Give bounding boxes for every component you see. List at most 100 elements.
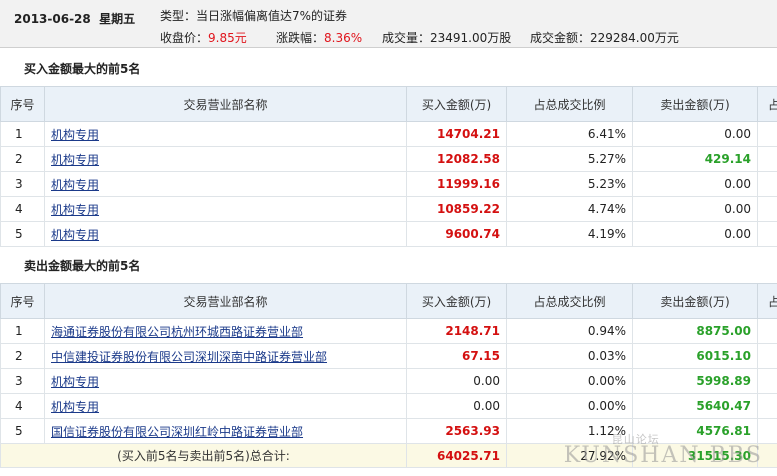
ratio-cell: 6.41% [506, 121, 633, 147]
extra-cell [757, 121, 777, 147]
stock-header: 2013-06-28 星期五 类型：当日涨幅偏离值达7%的证券 收盘价：9.85… [0, 0, 777, 48]
sell-section-title: 卖出金额最大的前5名 [24, 259, 141, 273]
sell-table-header: 序号 交易营业部名称 买入金额(万) 占总成交比例 卖出金额(万) 占 [0, 283, 777, 319]
branch-cell: 机构专用 [44, 368, 407, 394]
extra-cell [757, 418, 777, 444]
table-row: 4 机构专用 10859.22 4.74% 0.00 [0, 196, 777, 222]
row-index: 5 [0, 221, 45, 247]
branch-link[interactable]: 机构专用 [51, 203, 99, 217]
amount: 成交金额：229284.00万元 [530, 31, 679, 45]
table-row: 1 海通证券股份有限公司杭州环城西路证券营业部 2148.71 0.94% 88… [0, 318, 777, 344]
branch-link[interactable]: 机构专用 [51, 178, 99, 192]
col-ratio: 占总成交比例 [506, 283, 633, 319]
sell-amount-cell: 0.00 [632, 121, 758, 147]
total-ratio: 27.92% [506, 443, 633, 468]
extra-cell [757, 171, 777, 197]
col-buy-amount: 买入金额(万) [406, 283, 507, 319]
branch-link[interactable]: 海通证券股份有限公司杭州环城西路证券营业部 [51, 325, 303, 339]
close-value: 9.85元 [208, 31, 247, 45]
buy-table-header: 序号 交易营业部名称 买入金额(万) 占总成交比例 卖出金额(万) 占 [0, 86, 777, 122]
close-price: 收盘价：9.85元 [160, 29, 247, 46]
col-branch: 交易营业部名称 [44, 283, 407, 319]
buy-amount-cell: 0.00 [406, 368, 507, 394]
extra-cell [757, 196, 777, 222]
change-value: 8.36% [324, 31, 363, 45]
branch-cell: 机构专用 [44, 196, 407, 222]
change-percent: 涨跌幅：8.36% [276, 29, 362, 46]
extra-cell [757, 146, 777, 172]
sell-amount-cell: 0.00 [632, 221, 758, 247]
col-extra: 占 [757, 283, 777, 319]
branch-cell: 机构专用 [44, 171, 407, 197]
buy-amount-cell: 10859.22 [406, 196, 507, 222]
buy-amount-cell: 2563.93 [406, 418, 507, 444]
sell-amount-cell: 8875.00 [632, 318, 758, 344]
buy-amount-cell: 14704.21 [406, 121, 507, 147]
volume: 成交量：23491.00万股 [382, 31, 512, 45]
col-index: 序号 [0, 283, 45, 319]
extra-cell [757, 221, 777, 247]
table-row: 5 机构专用 9600.74 4.19% 0.00 [0, 221, 777, 247]
branch-cell: 机构专用 [44, 221, 407, 247]
sell-amount-cell: 429.14 [632, 146, 758, 172]
branch-link[interactable]: 机构专用 [51, 153, 99, 167]
row-index: 4 [0, 393, 45, 419]
total-label: (买入前5名与卖出前5名)总合计: [0, 443, 407, 468]
row-index: 3 [0, 368, 45, 394]
ratio-cell: 0.94% [506, 318, 633, 344]
sell-table: 序号 交易营业部名称 买入金额(万) 占总成交比例 卖出金额(万) 占 1 海通… [0, 283, 777, 468]
buy-amount-cell: 11999.16 [406, 171, 507, 197]
ratio-cell: 4.19% [506, 221, 633, 247]
table-row: 3 机构专用 11999.16 5.23% 0.00 [0, 171, 777, 197]
branch-cell: 国信证券股份有限公司深圳红岭中路证券营业部 [44, 418, 407, 444]
total-buy-amount: 64025.71 [406, 443, 507, 468]
col-branch: 交易营业部名称 [44, 86, 407, 122]
table-row: 1 机构专用 14704.21 6.41% 0.00 [0, 121, 777, 147]
close-label: 收盘价： [160, 31, 209, 45]
extra-cell [757, 443, 777, 468]
extra-cell [757, 343, 777, 369]
branch-link[interactable]: 机构专用 [51, 400, 99, 414]
date-value: 2013-06-28 [14, 12, 91, 26]
change-label: 涨跌幅： [276, 31, 325, 45]
col-sell-amount: 卖出金额(万) [632, 86, 758, 122]
buy-section-title: 买入金额最大的前5名 [24, 62, 141, 76]
branch-link[interactable]: 国信证券股份有限公司深圳红岭中路证券营业部 [51, 425, 303, 439]
ratio-cell: 4.74% [506, 196, 633, 222]
total-label-bold: 总合计: [249, 449, 290, 463]
col-index: 序号 [0, 86, 45, 122]
table-row: 2 机构专用 12082.58 5.27% 429.14 [0, 146, 777, 172]
row-index: 4 [0, 196, 45, 222]
extra-cell [757, 393, 777, 419]
ratio-cell: 1.12% [506, 418, 633, 444]
buy-amount-cell: 0.00 [406, 393, 507, 419]
col-extra: 占 [757, 86, 777, 122]
total-sell-amount: 31515.30 [632, 443, 758, 468]
row-index: 1 [0, 121, 45, 147]
col-sell-amount: 卖出金额(万) [632, 283, 758, 319]
branch-cell: 机构专用 [44, 393, 407, 419]
table-row: 3 机构专用 0.00 0.00% 5998.89 [0, 368, 777, 394]
branch-link[interactable]: 中信建投证券股份有限公司深圳深南中路证券营业部 [51, 350, 327, 364]
branch-cell: 中信建投证券股份有限公司深圳深南中路证券营业部 [44, 343, 407, 369]
row-index: 2 [0, 146, 45, 172]
ratio-cell: 5.23% [506, 171, 633, 197]
buy-amount-cell: 12082.58 [406, 146, 507, 172]
table-row: 4 机构专用 0.00 0.00% 5640.47 [0, 393, 777, 419]
sell-amount-cell: 0.00 [632, 196, 758, 222]
col-ratio: 占总成交比例 [506, 86, 633, 122]
row-index: 3 [0, 171, 45, 197]
buy-table: 序号 交易营业部名称 买入金额(万) 占总成交比例 卖出金额(万) 占 1 机构… [0, 86, 777, 247]
branch-link[interactable]: 机构专用 [51, 228, 99, 242]
sell-amount-cell: 4576.81 [632, 418, 758, 444]
row-index: 2 [0, 343, 45, 369]
branch-cell: 机构专用 [44, 121, 407, 147]
buy-amount-cell: 67.15 [406, 343, 507, 369]
branch-link[interactable]: 机构专用 [51, 128, 99, 142]
table-row: 5 国信证券股份有限公司深圳红岭中路证券营业部 2563.93 1.12% 45… [0, 418, 777, 444]
table-row: 2 中信建投证券股份有限公司深圳深南中路证券营业部 67.15 0.03% 60… [0, 343, 777, 369]
branch-link[interactable]: 机构专用 [51, 375, 99, 389]
ratio-cell: 0.03% [506, 343, 633, 369]
type-text: 类型：当日涨幅偏离值达7%的证券 [160, 9, 348, 23]
weekday-value: 星期五 [99, 12, 136, 26]
